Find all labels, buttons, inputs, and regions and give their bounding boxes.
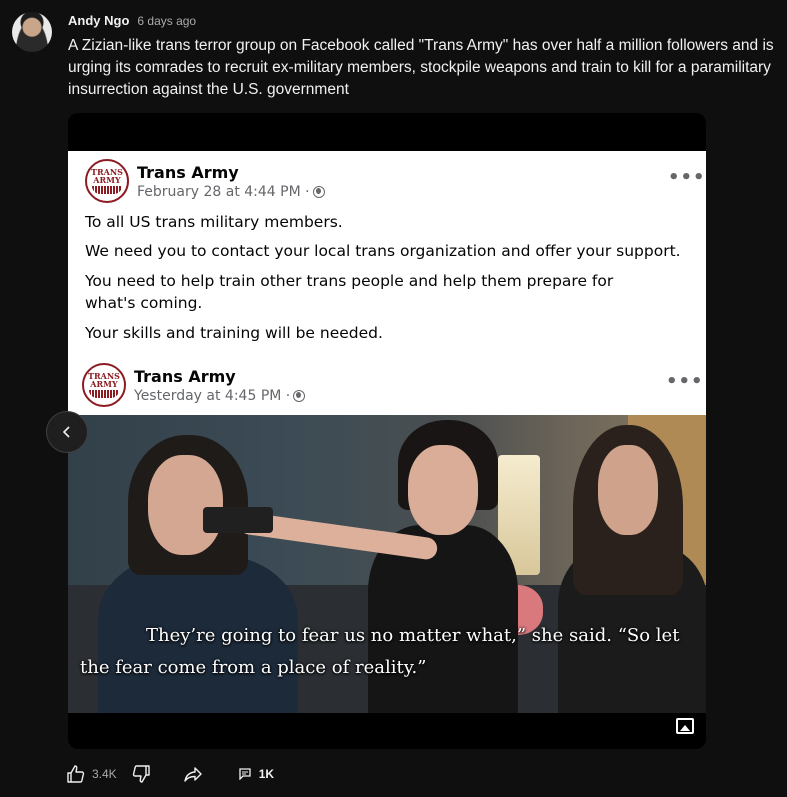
facebook-screenshot: TRANS ARMY Trans Army February 28 at 4:4… xyxy=(68,151,706,451)
logo-wing xyxy=(92,186,122,194)
more-options-icon: ••• xyxy=(666,371,704,392)
fb-post2-name: Trans Army xyxy=(134,366,236,386)
thumbs-down-icon xyxy=(132,765,150,783)
post-text: A Zizian-like trans terror group on Face… xyxy=(68,37,774,98)
logo-text-line2: ARMY xyxy=(93,175,121,185)
chevron-left-icon xyxy=(62,426,70,438)
logo-text-line2: ARMY xyxy=(90,379,118,389)
action-bar: 3.4K 1K xyxy=(66,764,274,784)
fb-post2-date: Yesterday at 4:45 PM · xyxy=(134,387,291,404)
comment-count: 1K xyxy=(258,767,275,781)
image-gallery-icon[interactable] xyxy=(676,718,694,734)
video-still-photo: They’re going to fear us no matter what,… xyxy=(68,415,706,713)
fb-post1-line: Your skills and training will be needed. xyxy=(85,324,383,342)
like-count: 3.4K xyxy=(92,767,117,781)
previous-image-button[interactable] xyxy=(46,411,88,453)
dislike-button[interactable] xyxy=(131,764,151,784)
person-center-face xyxy=(408,445,478,535)
post-header: Andy Ngo 6 days ago xyxy=(68,13,196,28)
subtitle-line: They’re going to fear us no matter what,… xyxy=(146,625,680,646)
fb-post1-line: To all US trans military members. xyxy=(85,213,343,231)
share-button[interactable] xyxy=(183,764,203,784)
logo-wing xyxy=(89,390,119,398)
like-button[interactable]: 3.4K xyxy=(66,764,117,784)
person-right-face xyxy=(598,445,658,535)
post-media[interactable]: TRANS ARMY Trans Army February 28 at 4:4… xyxy=(68,113,706,749)
fb-post2-header: TRANS ARMY Trans Army Yesterday at 4:45 … xyxy=(82,363,306,407)
globe-icon xyxy=(312,185,325,198)
fb-post2-date-row: Yesterday at 4:45 PM · xyxy=(134,387,306,404)
fb-post1-date-row: February 28 at 4:44 PM · xyxy=(137,184,325,200)
fb-post1-date: February 28 at 4:44 PM · xyxy=(137,183,310,200)
author-name[interactable]: Andy Ngo xyxy=(68,13,129,28)
fb-post1-line: You need to help train other trans peopl… xyxy=(85,272,614,312)
thumbs-up-icon xyxy=(67,765,85,783)
globe-icon xyxy=(293,389,306,402)
fb-post1-header: TRANS ARMY Trans Army February 28 at 4:4… xyxy=(85,159,325,203)
more-options-icon: ••• xyxy=(668,167,706,188)
author-avatar[interactable] xyxy=(12,12,52,52)
person-left-face xyxy=(148,455,223,555)
comment-icon xyxy=(239,768,251,780)
subtitle-line: the fear come from a place of reality.” xyxy=(80,657,427,678)
fb-post1-name: Trans Army xyxy=(137,162,239,182)
post-time[interactable]: 6 days ago xyxy=(137,14,196,28)
trans-army-logo: TRANS ARMY xyxy=(82,363,126,407)
handgun xyxy=(203,507,273,533)
trans-army-logo: TRANS ARMY xyxy=(85,159,129,203)
comments-button[interactable]: 1K xyxy=(239,767,274,781)
share-icon xyxy=(183,767,202,782)
fb-post1-line: We need you to contact your local trans … xyxy=(85,242,681,260)
